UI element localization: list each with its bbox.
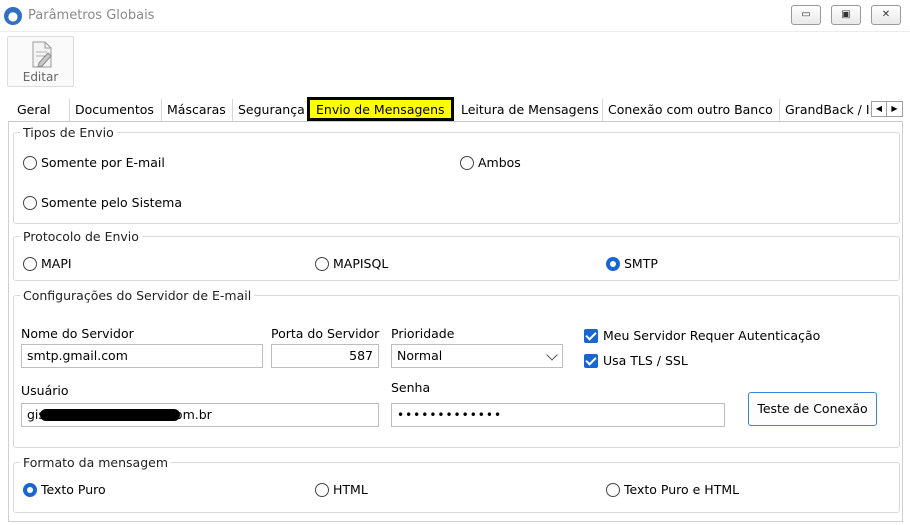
redaction-mark xyxy=(40,409,180,421)
close-button[interactable]: ✕ xyxy=(871,5,901,25)
radio-circle xyxy=(315,482,329,497)
toolbar: Editar xyxy=(0,33,910,91)
formato-group: Formato da mensagem xyxy=(13,455,900,513)
window-title: Parâmetros Globais xyxy=(28,8,155,23)
tab-envio-de-mensagens[interactable]: Envio de Mensagens xyxy=(307,97,454,121)
tab-panel-envio: Tipos de Envio Somente por E-mail Ambos … xyxy=(8,122,903,522)
radio-html[interactable]: HTML xyxy=(315,482,368,497)
porta-servidor-label: Porta do Servidor xyxy=(271,326,380,341)
minimize-button[interactable]: ▭ xyxy=(791,5,821,25)
senha-input[interactable]: ••••••••••••• xyxy=(391,403,725,427)
prioridade-select[interactable]: Normal xyxy=(391,344,563,368)
tab-scroll-right-icon[interactable]: ▶ xyxy=(887,102,902,116)
radio-circle-selected xyxy=(606,256,620,271)
radio-smtp[interactable]: SMTP xyxy=(606,256,658,271)
porta-servidor-input[interactable]: 587 xyxy=(271,344,379,368)
tab-scroll-left-icon[interactable]: ◀ xyxy=(872,102,887,116)
checkbox-checked-icon xyxy=(584,328,598,343)
radio-somente-email[interactable]: Somente por E-mail xyxy=(23,155,165,170)
tls-checkbox-label: Usa TLS / SSL xyxy=(603,353,688,368)
prioridade-value: Normal xyxy=(397,348,443,363)
formato-legend: Formato da mensagem xyxy=(23,455,169,470)
radio-label: HTML xyxy=(333,482,368,497)
radio-mapisql[interactable]: MAPISQL xyxy=(315,256,388,271)
radio-circle xyxy=(606,482,620,497)
edit-button-label: Editar xyxy=(22,70,59,84)
radio-label: Ambos xyxy=(478,155,521,170)
tab-bar: Geral Documentos Máscaras Segurança Envi… xyxy=(8,96,903,122)
nome-servidor-label: Nome do Servidor xyxy=(21,326,134,341)
protocolo-group: Protocolo de Envio xyxy=(13,229,900,281)
tab-geral[interactable]: Geral xyxy=(12,99,51,121)
radio-circle-selected xyxy=(23,482,37,497)
checkbox-checked-icon xyxy=(584,353,598,368)
radio-label: Somente pelo Sistema xyxy=(41,195,183,210)
usuario-label: Usuário xyxy=(21,383,69,398)
servidor-legend: Configurações do Servidor de E-mail xyxy=(23,288,252,303)
title-bar: ● Parâmetros Globais ▭ ▣ ✕ xyxy=(0,0,910,32)
nome-servidor-input[interactable]: smtp.gmail.com xyxy=(21,344,263,368)
radio-circle xyxy=(23,195,37,210)
radio-mapi[interactable]: MAPI xyxy=(23,256,72,271)
auth-checkbox[interactable]: Meu Servidor Requer Autenticação xyxy=(584,328,820,343)
radio-label: Somente por E-mail xyxy=(41,155,165,170)
globe-icon: ● xyxy=(4,7,22,25)
tab-leitura-de-mensagens[interactable]: Leitura de Mensagens xyxy=(456,99,599,121)
senha-label: Senha xyxy=(391,380,431,395)
radio-somente-sistema[interactable]: Somente pelo Sistema xyxy=(23,195,182,210)
usuario-input[interactable]: gis om.br xyxy=(21,403,379,427)
tipos-envio-legend: Tipos de Envio xyxy=(23,125,114,140)
radio-circle xyxy=(315,256,329,271)
restore-button[interactable]: ▣ xyxy=(831,5,861,25)
auth-checkbox-label: Meu Servidor Requer Autenticação xyxy=(603,328,821,343)
radio-label: SMTP xyxy=(624,256,658,271)
edit-document-icon xyxy=(32,41,52,68)
radio-circle xyxy=(23,155,37,170)
radio-label: Texto Puro xyxy=(41,482,106,497)
prioridade-label: Prioridade xyxy=(391,326,455,341)
radio-label: MAPISQL xyxy=(333,256,389,271)
radio-texto-puro[interactable]: Texto Puro xyxy=(23,482,106,497)
tab-mascaras[interactable]: Máscaras xyxy=(161,99,226,121)
radio-circle xyxy=(23,256,37,271)
radio-ambos[interactable]: Ambos xyxy=(460,155,521,170)
radio-label: MAPI xyxy=(41,256,72,271)
tab-scroll-buttons: ◀ ▶ xyxy=(871,101,903,117)
tab-grandback[interactable]: GrandBack / I xyxy=(779,99,869,121)
radio-circle xyxy=(460,155,474,170)
tab-conexao-outro-banco[interactable]: Conexão com outro Banco xyxy=(602,99,773,121)
tab-documentos[interactable]: Documentos xyxy=(69,99,154,121)
radio-label: Texto Puro e HTML xyxy=(624,482,740,497)
usuario-value-end: om.br xyxy=(174,407,212,422)
radio-texto-puro-e-html[interactable]: Texto Puro e HTML xyxy=(606,482,739,497)
tab-seguranca[interactable]: Segurança xyxy=(232,99,305,121)
protocolo-legend: Protocolo de Envio xyxy=(23,229,139,244)
teste-conexao-button[interactable]: Teste de Conexão xyxy=(748,392,877,426)
chevron-down-icon xyxy=(546,349,558,361)
tls-checkbox[interactable]: Usa TLS / SSL xyxy=(584,353,688,368)
edit-button[interactable]: Editar xyxy=(7,36,74,87)
